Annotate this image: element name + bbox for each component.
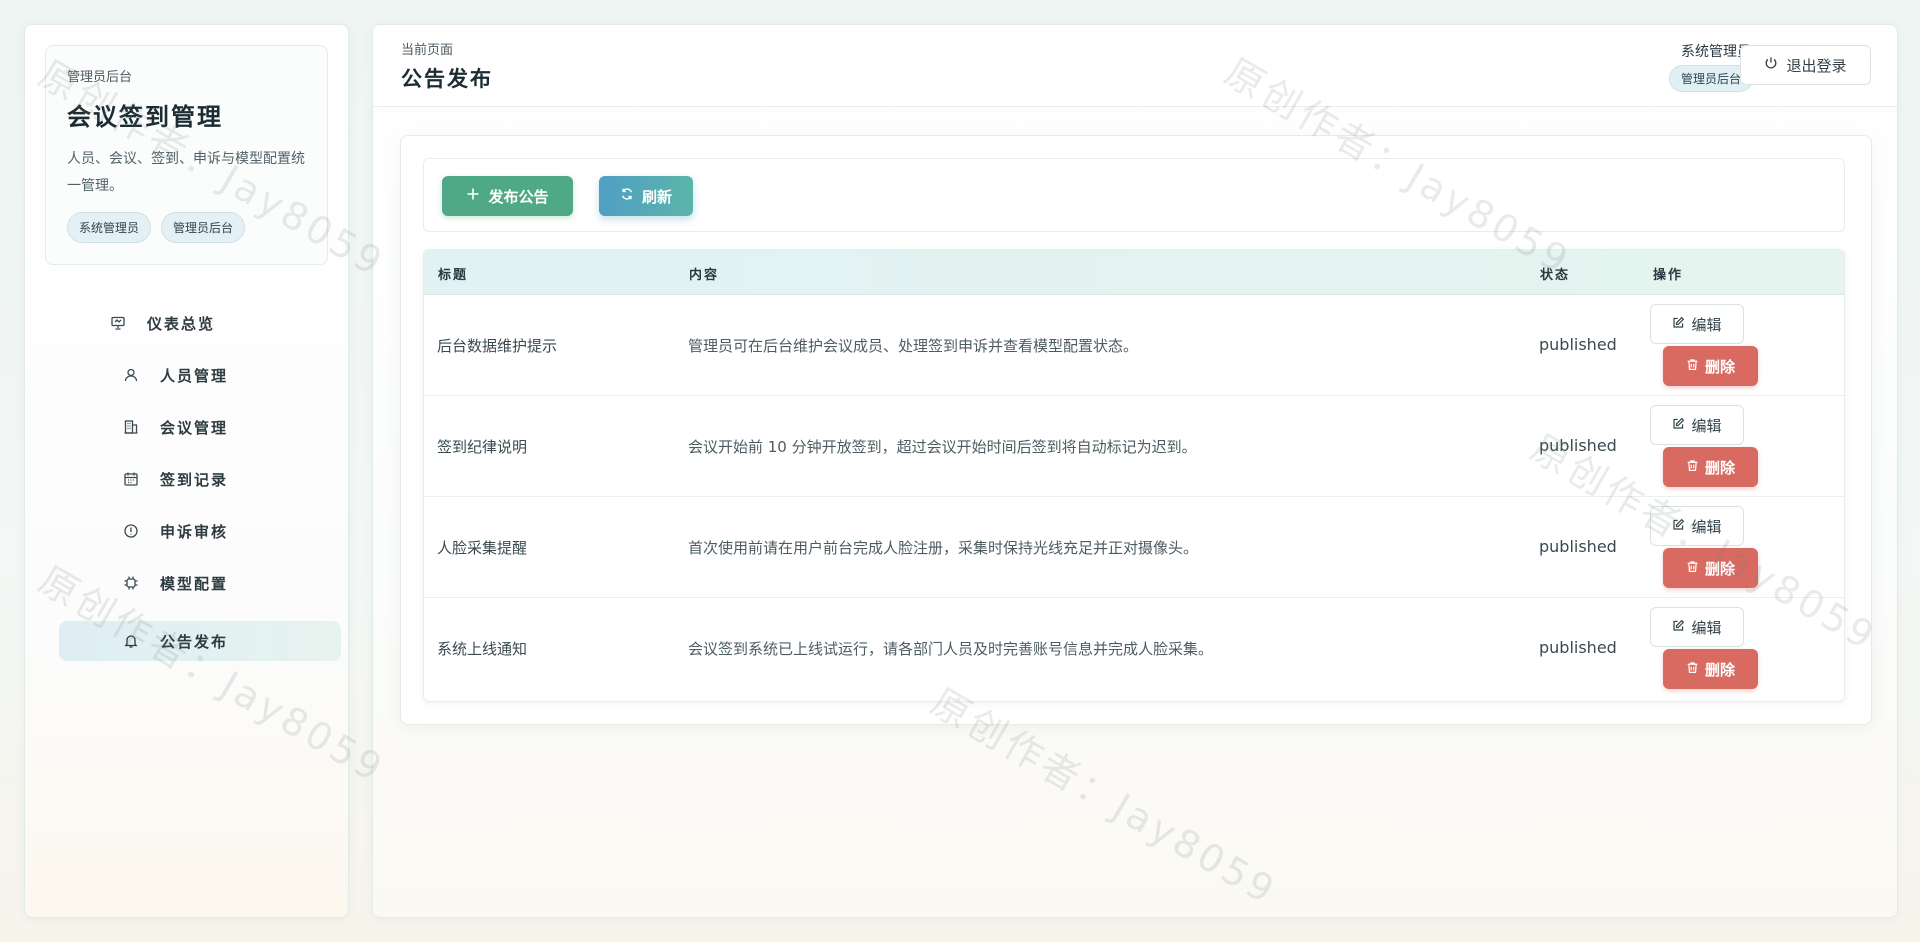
row-content: 会议签到系统已上线试运行，请各部门人员及时完善账号信息并完成人脸采集。 [688, 640, 1214, 658]
tag-admin-backend: 管理员后台 [161, 212, 246, 243]
nav-item-model-config[interactable]: 模型配置 [122, 563, 228, 603]
nav-item-dashboard[interactable]: 仪表总览 [109, 303, 215, 343]
main-panel: 当前页面 公告发布 系统管理员 管理员后台 退出登录 发布公告 刷新 标题 内容… [372, 24, 1898, 918]
edit-label: 编辑 [1691, 518, 1722, 536]
refresh-label: 刷新 [641, 187, 672, 206]
delete-label: 删除 [1704, 459, 1735, 477]
sidebar: 管理员后台 会议签到管理 人员、会议、签到、申诉与模型配置统一管理。 系统管理员… [24, 24, 349, 918]
row-status: published [1539, 638, 1617, 657]
row-title: 后台数据维护提示 [437, 337, 558, 355]
nav-label: 会议管理 [160, 418, 229, 437]
table-row: 后台数据维护提示 管理员可在后台维护会议成员、处理签到申诉并查看模型配置状态。 … [424, 295, 1844, 396]
edit-icon [1672, 417, 1685, 434]
breadcrumb: 当前页面 [401, 43, 454, 58]
announcements-table: 标题 内容 状态 操作 后台数据维护提示 管理员可在后台维护会议成员、处理签到申… [423, 249, 1845, 702]
alert-circle-icon [122, 522, 140, 540]
table-header: 标题 内容 状态 操作 [424, 250, 1844, 295]
trash-icon [1686, 459, 1699, 476]
tag-system-admin: 系统管理员 [67, 212, 152, 243]
trash-icon [1686, 560, 1699, 577]
nav-item-checkin-records[interactable]: 签到记录 [122, 459, 228, 499]
edit-icon [1672, 518, 1685, 535]
power-icon [1764, 56, 1778, 74]
refresh-button[interactable]: 刷新 [599, 176, 693, 216]
edit-label: 编辑 [1691, 619, 1722, 637]
app-root: 管理员后台 会议签到管理 人员、会议、签到、申诉与模型配置统一管理。 系统管理员… [0, 0, 1920, 942]
edit-label: 编辑 [1691, 417, 1722, 435]
nav-item-announcements[interactable]: 公告发布 [59, 621, 341, 661]
column-header-status: 状态 [1540, 268, 1571, 283]
edit-icon [1672, 619, 1685, 636]
nav-label: 申诉审核 [160, 522, 229, 541]
user-icon [122, 366, 140, 384]
delete-button[interactable]: 删除 [1663, 649, 1758, 689]
table-row: 签到纪律说明 会议开始前 10 分钟开放签到，超过会议开始时间后签到将自动标记为… [424, 396, 1844, 497]
brand-description: 人员、会议、签到、申诉与模型配置统一管理。 [67, 151, 305, 194]
chip-icon [122, 574, 140, 592]
delete-button[interactable]: 删除 [1663, 346, 1758, 386]
row-content: 会议开始前 10 分钟开放签到，超过会议开始时间后签到将自动标记为迟到。 [688, 438, 1197, 456]
row-content: 首次使用前请在用户前台完成人脸注册，采集时保持光线充足并正对摄像头。 [688, 539, 1199, 557]
toolbar: 发布公告 刷新 [423, 158, 1845, 232]
trash-icon [1686, 358, 1699, 375]
edit-label: 编辑 [1691, 316, 1722, 334]
row-content: 管理员可在后台维护会议成员、处理签到申诉并查看模型配置状态。 [688, 337, 1139, 355]
logout-label: 退出登录 [1786, 57, 1847, 75]
delete-button[interactable]: 删除 [1663, 447, 1758, 487]
row-status: published [1539, 537, 1617, 556]
publish-announcement-button[interactable]: 发布公告 [442, 176, 573, 216]
calendar-icon [122, 470, 140, 488]
row-status: published [1539, 335, 1617, 354]
delete-button[interactable]: 删除 [1663, 548, 1758, 588]
delete-label: 删除 [1704, 358, 1735, 376]
edit-button[interactable]: 编辑 [1650, 405, 1744, 445]
edit-icon [1672, 316, 1685, 333]
column-header-actions: 操作 [1653, 268, 1684, 283]
presentation-icon [109, 314, 127, 332]
publish-label: 发布公告 [488, 187, 549, 206]
trash-icon [1686, 661, 1699, 678]
row-title: 签到纪律说明 [437, 438, 528, 456]
nav-item-appeals[interactable]: 申诉审核 [122, 511, 228, 551]
brand-title: 会议签到管理 [67, 102, 223, 131]
delete-label: 删除 [1704, 661, 1735, 679]
nav-item-personnel[interactable]: 人员管理 [122, 355, 228, 395]
page-header: 当前页面 公告发布 系统管理员 管理员后台 退出登录 [373, 25, 1897, 107]
brand-eyebrow: 管理员后台 [67, 70, 133, 85]
bell-icon [122, 632, 140, 650]
table-row: 系统上线通知 会议签到系统已上线试运行，请各部门人员及时完善账号信息并完成人脸采… [424, 598, 1844, 699]
table-row: 人脸采集提醒 首次使用前请在用户前台完成人脸注册，采集时保持光线充足并正对摄像头… [424, 497, 1844, 598]
column-header-content: 内容 [689, 268, 720, 283]
edit-button[interactable]: 编辑 [1650, 607, 1744, 647]
content-card: 发布公告 刷新 标题 内容 状态 操作 后台数据维护提示 管理员可在后台维护会议… [400, 135, 1872, 725]
logout-button[interactable]: 退出登录 [1740, 45, 1871, 85]
delete-label: 删除 [1704, 560, 1735, 578]
nav-label: 模型配置 [160, 574, 229, 593]
nav-label: 人员管理 [160, 366, 229, 385]
nav-label: 仪表总览 [147, 314, 216, 333]
row-title: 系统上线通知 [437, 640, 528, 658]
row-status: published [1539, 436, 1617, 455]
nav-label: 签到记录 [160, 470, 229, 489]
row-title: 人脸采集提醒 [437, 539, 528, 557]
page-title: 公告发布 [401, 66, 493, 91]
brand-card: 管理员后台 会议签到管理 人员、会议、签到、申诉与模型配置统一管理。 系统管理员… [45, 45, 328, 265]
nav-label: 公告发布 [160, 632, 229, 651]
plus-icon [466, 187, 480, 205]
edit-button[interactable]: 编辑 [1650, 304, 1744, 344]
nav-item-meetings[interactable]: 会议管理 [122, 407, 228, 447]
building-icon [122, 418, 140, 436]
edit-button[interactable]: 编辑 [1650, 506, 1744, 546]
column-header-title: 标题 [438, 268, 469, 283]
brand-tags: 系统管理员 管理员后台 [67, 212, 306, 243]
refresh-icon [620, 187, 634, 205]
